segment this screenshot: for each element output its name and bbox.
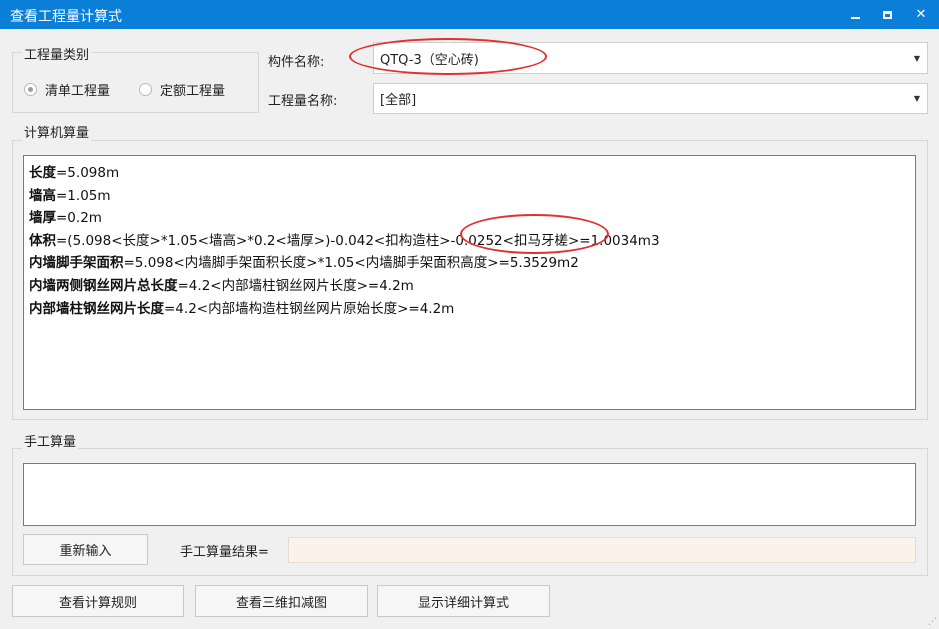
calc-lines: 长度=5.098m 墙高=1.05m 墙厚=0.2m 体积=(5.098<长度>… — [24, 156, 915, 326]
quantity-name-label: 工程量名称: — [268, 94, 338, 109]
radio-bill-quantity-label: 清单工程量 — [45, 84, 111, 99]
show-detail-formula-button[interactable]: 显示详细计算式 — [377, 585, 550, 617]
computer-calc-textbox[interactable]: 长度=5.098m 墙高=1.05m 墙厚=0.2m 体积=(5.098<长度>… — [23, 155, 916, 410]
radio-unchecked-icon — [139, 83, 152, 96]
component-name-value: QTQ-3（空心砖) — [380, 52, 479, 68]
quantity-category-legend: 工程量类别 — [22, 44, 92, 63]
radio-checked-icon — [24, 83, 37, 96]
calc-line: 内墙两侧钢丝网片总长度=4.2<内部墙柱钢丝网片长度>=4.2m — [29, 277, 414, 294]
computer-calc-legend: 计算机算量 — [22, 122, 92, 141]
radio-bill-quantity[interactable]: 清单工程量 — [24, 80, 110, 99]
manual-result-label: 手工算量结果= — [180, 545, 269, 560]
maximize-button[interactable] — [871, 0, 903, 29]
view-3d-deduction-button[interactable]: 查看三维扣减图 — [195, 585, 368, 617]
window-title: 查看工程量计算式 — [10, 9, 122, 25]
component-name-label: 构件名称: — [268, 55, 325, 70]
quantity-name-select[interactable]: [全部] ▼ — [373, 83, 928, 114]
close-button[interactable]: ✕ — [905, 0, 937, 29]
title-bar: 查看工程量计算式 ✕ — [0, 0, 939, 29]
resize-grip-icon[interactable]: ⋰ — [928, 617, 937, 627]
calc-line: 内部墙柱钢丝网片长度=4.2<内部墙构造柱钢丝网片原始长度>=4.2m — [29, 300, 455, 317]
quantity-name-value: [全部] — [380, 93, 417, 108]
manual-result-field — [288, 537, 916, 563]
radio-norm-quantity[interactable]: 定额工程量 — [139, 80, 225, 99]
manual-calc-legend: 手工算量 — [22, 431, 79, 450]
reenter-button[interactable]: 重新输入 — [23, 534, 148, 565]
manual-calc-input[interactable] — [23, 463, 916, 526]
calc-line: 长度=5.098m — [29, 165, 120, 181]
calc-line: 体积=(5.098<长度>*1.05<墙高>*0.2<墙厚>)-0.042<扣构… — [29, 232, 660, 249]
calc-line: 内墙脚手架面积=5.098<内墙脚手架面积长度>*1.05<内墙脚手架面积高度>… — [29, 255, 579, 272]
radio-norm-quantity-label: 定额工程量 — [160, 84, 226, 99]
calc-line: 墙高=1.05m — [29, 187, 111, 204]
maximize-icon — [882, 10, 892, 19]
chevron-down-icon: ▼ — [913, 53, 921, 63]
chevron-down-icon: ▼ — [913, 94, 921, 103]
component-name-select[interactable]: QTQ-3（空心砖) ▼ — [373, 42, 928, 74]
view-calc-rules-button[interactable]: 查看计算规则 — [12, 585, 184, 617]
minimize-icon — [850, 17, 860, 19]
minimize-button[interactable] — [839, 0, 871, 29]
close-icon: ✕ — [915, 7, 927, 22]
calc-line: 墙厚=0.2m — [29, 210, 102, 227]
